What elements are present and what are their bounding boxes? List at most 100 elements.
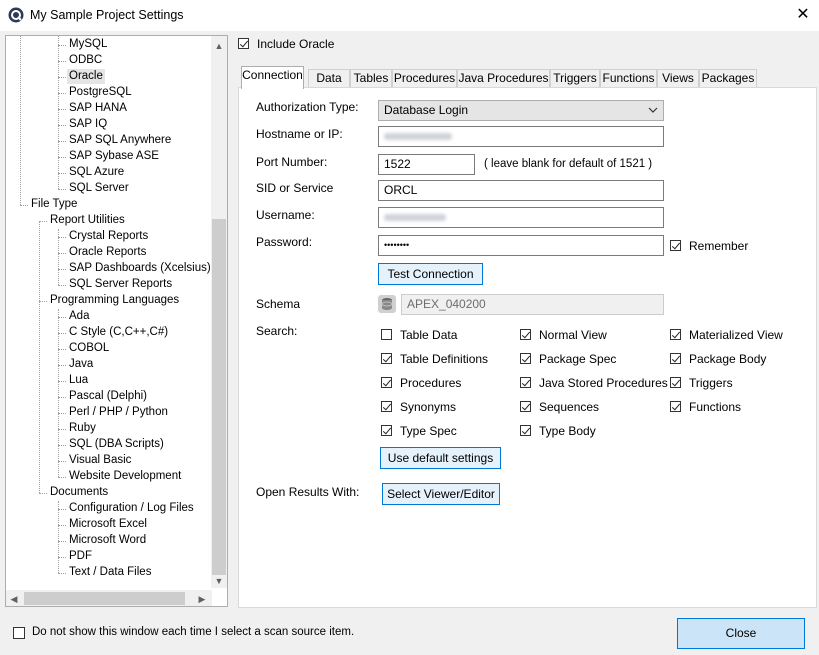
search-option-checkbox[interactable]	[670, 329, 681, 340]
tree-item[interactable]: SQL Server	[69, 181, 129, 196]
tree-connector	[58, 309, 59, 477]
tab-connection[interactable]: Connection	[241, 66, 304, 89]
port-hint: ( leave blank for default of 1521 )	[484, 158, 653, 170]
search-option-label: Procedures	[400, 376, 462, 390]
tree-item[interactable]: Programming Languages	[50, 293, 179, 308]
tree-connector	[58, 173, 66, 174]
include-checkbox[interactable]	[238, 38, 249, 49]
tree-item[interactable]: Website Development	[69, 469, 181, 484]
close-button[interactable]: Close	[677, 618, 805, 649]
database-icon[interactable]	[378, 295, 396, 313]
tree-item[interactable]: Java	[69, 357, 93, 372]
search-option-checkbox[interactable]	[520, 401, 531, 412]
tree-item[interactable]: MySQL	[69, 37, 107, 52]
search-option-checkbox[interactable]	[520, 377, 531, 388]
tree-item[interactable]: Visual Basic	[69, 453, 131, 468]
password-field[interactable]: ••••••••	[378, 235, 664, 256]
tab-functions[interactable]: Functions	[600, 69, 657, 87]
tree-connector	[58, 141, 66, 142]
tree-item[interactable]: Perl / PHP / Python	[69, 405, 168, 420]
tree-item[interactable]: SAP Sybase ASE	[69, 149, 159, 164]
remember-label: Remember	[689, 239, 749, 253]
auth-type-select[interactable]: Database Login	[378, 100, 664, 121]
tree-item[interactable]: Oracle	[67, 69, 105, 84]
tree-item[interactable]: Configuration / Log Files	[69, 501, 194, 516]
tree-item[interactable]: SAP SQL Anywhere	[69, 133, 171, 148]
search-option-label: Sequences	[539, 400, 600, 414]
tree-item[interactable]: Pascal (Delphi)	[69, 389, 147, 404]
dont-show-label: Do not show this window each time I sele…	[32, 626, 355, 638]
tree-item[interactable]: Microsoft Word	[69, 533, 146, 548]
dont-show-checkbox[interactable]	[13, 627, 25, 639]
tree-connector	[58, 93, 66, 94]
tree-vertical-scroll-thumb[interactable]	[212, 219, 226, 575]
port-field[interactable]: 1522	[378, 154, 475, 175]
search-option-checkbox[interactable]	[381, 353, 392, 364]
chevron-down-icon	[648, 107, 658, 113]
scroll-left-icon[interactable]: ◀	[7, 592, 21, 606]
search-option-checkbox[interactable]	[381, 377, 392, 388]
tree-connector	[58, 413, 66, 414]
tree-item[interactable]: Oracle Reports	[69, 245, 146, 260]
tab-tables[interactable]: Tables	[350, 69, 392, 87]
tree-item[interactable]: Crystal Reports	[69, 229, 148, 244]
tree-item[interactable]: Ruby	[69, 421, 96, 436]
tab-java-procedures[interactable]: Java Procedures	[457, 69, 550, 87]
tree-item[interactable]: Lua	[69, 373, 88, 388]
search-option-checkbox[interactable]	[381, 425, 392, 436]
open-results-label: Open Results With:	[256, 485, 360, 499]
tree-item[interactable]: COBOL	[69, 341, 109, 356]
tree-connector	[58, 557, 66, 558]
tree-connector	[58, 109, 66, 110]
search-option-checkbox[interactable]	[520, 329, 531, 340]
use-default-settings-button[interactable]: Use default settings	[380, 447, 501, 469]
tree-item[interactable]: SAP IQ	[69, 117, 107, 132]
tree-item[interactable]: ODBC	[69, 53, 102, 68]
remember-checkbox[interactable]	[670, 240, 681, 251]
tree-item[interactable]: Microsoft Excel	[69, 517, 147, 532]
tree-item[interactable]: SQL (DBA Scripts)	[69, 437, 164, 452]
tree-horizontal-scroll-thumb[interactable]	[24, 592, 185, 605]
search-option-checkbox[interactable]	[670, 401, 681, 412]
include-label: Include Oracle	[257, 37, 335, 51]
tab-triggers[interactable]: Triggers	[550, 69, 600, 87]
select-viewer-button[interactable]: Select Viewer/Editor	[382, 483, 500, 505]
tree-item[interactable]: SAP HANA	[69, 101, 127, 116]
search-option-checkbox[interactable]	[381, 329, 392, 340]
username-field[interactable]	[378, 207, 664, 228]
scroll-down-icon[interactable]: ▼	[212, 574, 226, 588]
tree-item[interactable]: Text / Data Files	[69, 565, 151, 580]
tree-item[interactable]: PostgreSQL	[69, 85, 132, 100]
tree-item[interactable]: PDF	[69, 549, 92, 564]
tab-views[interactable]: Views	[657, 69, 699, 87]
search-option-checkbox[interactable]	[520, 353, 531, 364]
sid-field[interactable]: ORCL	[378, 180, 664, 201]
tree-connector	[58, 509, 66, 510]
window-close-icon[interactable]: ✕	[792, 3, 814, 27]
hostname-field[interactable]	[378, 126, 664, 147]
scroll-right-icon[interactable]: ▶	[195, 592, 209, 606]
tree-item[interactable]: SQL Server Reports	[69, 277, 172, 292]
redacted-username	[384, 214, 446, 221]
search-option-checkbox[interactable]	[670, 353, 681, 364]
scroll-up-icon[interactable]: ▲	[212, 39, 226, 53]
tree-item[interactable]: C Style (C,C++,C#)	[69, 325, 168, 340]
search-option-checkbox[interactable]	[520, 425, 531, 436]
tab-data[interactable]: Data	[308, 69, 350, 87]
tree-item[interactable]: Report Utilities	[50, 213, 125, 228]
test-connection-button[interactable]: Test Connection	[378, 263, 483, 285]
tree-connector	[58, 61, 66, 62]
tree-item[interactable]: SQL Azure	[69, 165, 124, 180]
tab-procedures[interactable]: Procedures	[392, 69, 457, 87]
tree-connector	[58, 189, 66, 190]
tree-item[interactable]: Ada	[69, 309, 89, 324]
tab-packages[interactable]: Packages	[699, 69, 757, 87]
tree-item[interactable]: File Type	[31, 197, 77, 212]
tree-item[interactable]: Documents	[50, 485, 108, 500]
tree-connector	[58, 125, 66, 126]
search-option-checkbox[interactable]	[381, 401, 392, 412]
tree-connector	[58, 461, 66, 462]
tree-connector	[39, 221, 47, 222]
tree-item[interactable]: SAP Dashboards (Xcelsius)	[69, 261, 211, 276]
search-option-checkbox[interactable]	[670, 377, 681, 388]
